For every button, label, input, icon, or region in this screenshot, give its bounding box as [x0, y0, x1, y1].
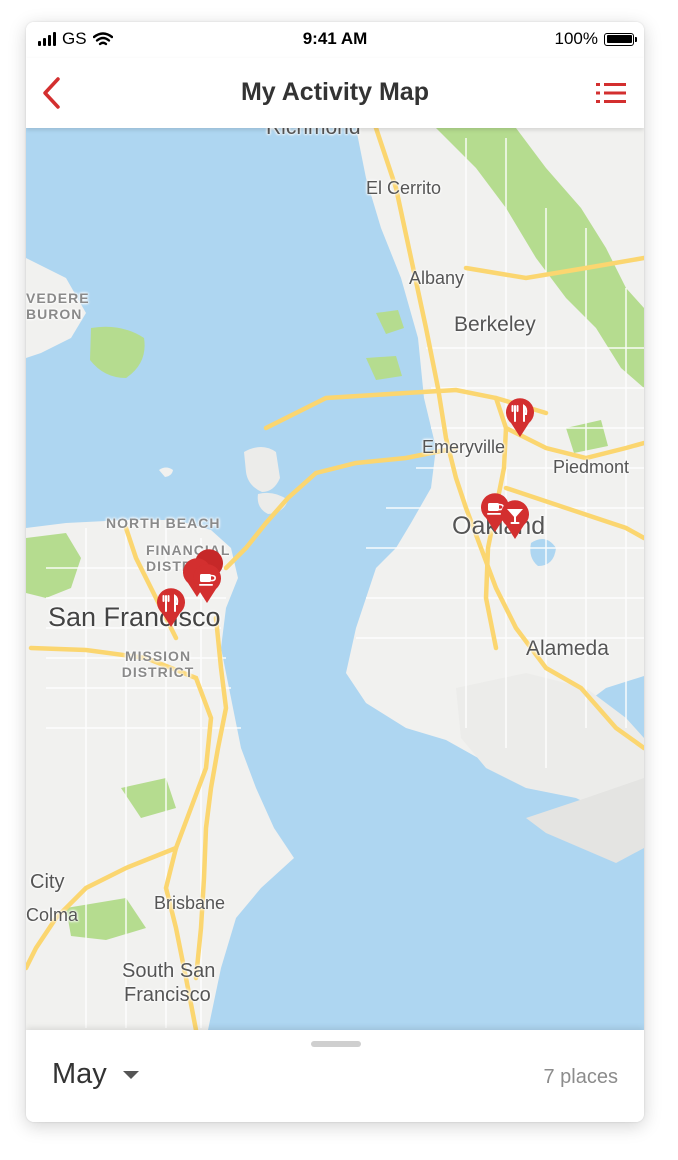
label-colma: Colma: [26, 905, 79, 925]
phone-screen: GS 9:41 AM 100% My Activity Map El Cerri…: [26, 22, 644, 1122]
battery-percent: 100%: [554, 29, 598, 48]
label-albany: Albany: [409, 268, 465, 288]
activity-map[interactable]: Richmond El Cerrito Albany Berkeley Emer…: [26, 128, 644, 1030]
bottom-sheet[interactable]: May 7 places: [26, 1030, 644, 1122]
list-view-button[interactable]: [594, 80, 628, 106]
navigation-bar: My Activity Map: [26, 58, 644, 128]
drag-handle[interactable]: [311, 1041, 361, 1047]
page-title: My Activity Map: [240, 78, 429, 106]
label-richmond: Richmond: [266, 128, 361, 140]
month-selector[interactable]: May: [52, 1058, 139, 1091]
label-belvedere: VEDERE: [26, 290, 90, 306]
pin-bar-oakland[interactable]: [500, 500, 530, 540]
label-daly-city: City: [30, 871, 65, 893]
label-north-beach: NORTH BEACH: [106, 515, 221, 531]
places-count: 7 places: [543, 1066, 619, 1088]
caret-down-icon: [122, 1070, 139, 1079]
treasure-island: [244, 447, 280, 492]
battery-icon: [604, 32, 637, 46]
label-south-san-francisco-2: Francisco: [124, 984, 211, 1006]
label-san-francisco: San Francisco: [48, 602, 221, 632]
label-piedmont: Piedmont: [553, 457, 630, 477]
list-icon: [596, 83, 626, 103]
label-tiburon: BURON: [26, 306, 83, 322]
angel-island: [90, 326, 145, 378]
pin-restaurant-emeryville[interactable]: [505, 398, 535, 438]
status-right: 100%: [554, 29, 637, 49]
albany-bulb-park: [366, 356, 402, 380]
label-emeryville: Emeryville: [422, 437, 506, 457]
pin-cafe-financial-district-3[interactable]: [192, 564, 222, 604]
point-isabel-park: [376, 310, 404, 334]
map-base: [26, 128, 644, 1030]
month-label: May: [52, 1058, 107, 1090]
status-bar: GS 9:41 AM 100%: [26, 22, 644, 58]
label-south-san-francisco-1: South San: [122, 960, 216, 982]
clock: 9:41 AM: [302, 29, 368, 48]
label-alameda: Alameda: [526, 637, 609, 660]
label-mission-district: MISSION DISTRICT: [121, 648, 195, 680]
pin-restaurant-san-francisco[interactable]: [156, 588, 186, 628]
battery-fill: [606, 35, 632, 43]
label-berkeley: Berkeley: [454, 313, 536, 336]
label-el-cerrito: El Cerrito: [366, 178, 442, 198]
alcatraz-island: [159, 467, 173, 477]
label-brisbane: Brisbane: [154, 893, 226, 913]
